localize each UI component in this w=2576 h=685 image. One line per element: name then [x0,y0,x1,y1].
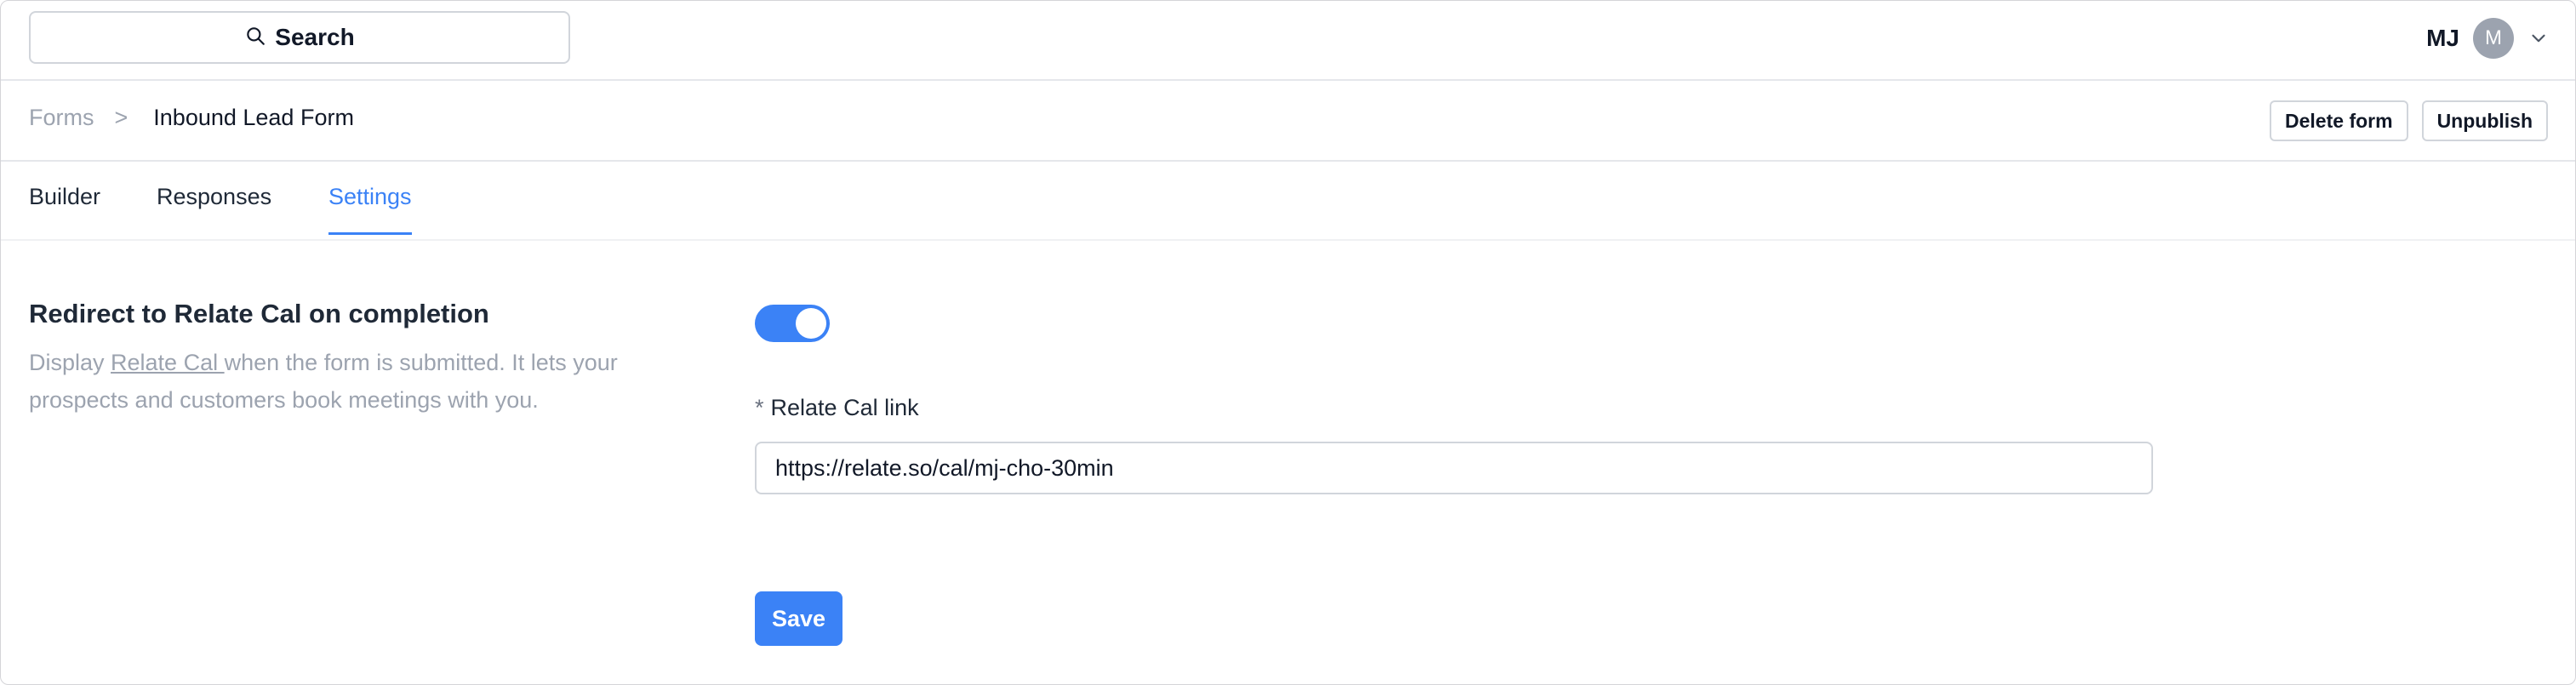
user-initials: MJ [2426,25,2459,51]
tab-settings[interactable]: Settings [328,184,412,235]
relate-cal-link-input[interactable] [755,442,2153,494]
user-menu[interactable]: MJ M [2426,18,2550,59]
section-title: Redirect to Relate Cal on completion [29,299,489,328]
search-button[interactable]: Search [29,11,570,64]
breadcrumb-forms-link[interactable]: Forms [29,105,94,131]
description-prefix: Display [29,350,111,375]
field-label-text: Relate Cal link [770,395,919,420]
tab-bar: Builder Responses Settings [1,162,2575,241]
redirect-toggle[interactable] [755,305,830,342]
tab-responses[interactable]: Responses [157,184,271,232]
breadcrumb-bar: Forms > Inbound Lead Form Delete form Un… [1,81,2575,162]
top-bar: Search MJ M [1,1,2575,81]
required-mark: * [755,395,764,420]
toggle-knob [796,308,826,339]
relate-cal-link[interactable]: Relate Cal [111,350,225,375]
section-description: Display Relate Cal when the form is subm… [29,344,676,419]
form-actions: Delete form Unpublish [2270,100,2548,141]
unpublish-button[interactable]: Unpublish [2421,100,2548,141]
relate-cal-link-label: * Relate Cal link [755,395,919,421]
breadcrumb: Forms > Inbound Lead Form [29,105,354,131]
avatar[interactable]: M [2473,18,2514,59]
save-button[interactable]: Save [755,591,842,646]
breadcrumb-current: Inbound Lead Form [153,105,354,130]
delete-form-button[interactable]: Delete form [2270,100,2408,141]
search-label: Search [275,24,355,50]
chevron-down-icon[interactable] [2527,27,2550,49]
breadcrumb-separator: > [114,105,129,130]
search-icon [244,25,266,51]
tab-builder[interactable]: Builder [29,184,100,232]
app-window: Search MJ M Forms > Inbound Lead Form De… [0,0,2576,685]
